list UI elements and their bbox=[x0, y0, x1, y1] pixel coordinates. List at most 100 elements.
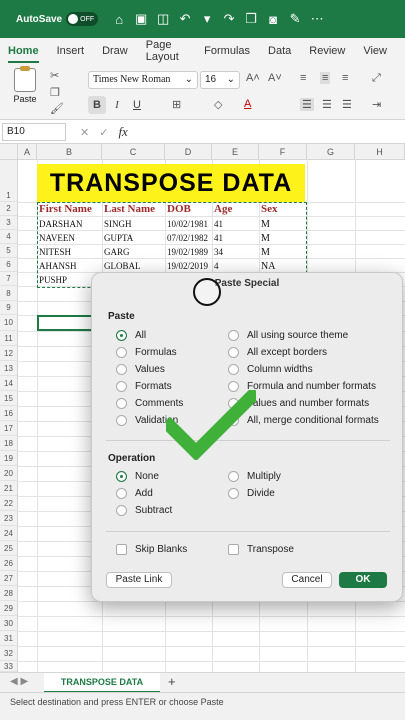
tab-formulas[interactable]: Formulas bbox=[204, 45, 250, 57]
camera-icon[interactable]: ◙ bbox=[262, 12, 284, 27]
row-header-31[interactable]: 31 bbox=[0, 631, 18, 646]
row-header-27[interactable]: 27 bbox=[0, 571, 18, 586]
tab-home[interactable]: Home bbox=[8, 45, 39, 63]
row-header-30[interactable]: 30 bbox=[0, 616, 18, 631]
paste-option-column-widths[interactable]: Column widths bbox=[228, 364, 313, 375]
row-header-12[interactable]: 12 bbox=[0, 346, 18, 361]
indent-icon[interactable]: ⇥ bbox=[372, 98, 381, 111]
row-header-8[interactable]: 8 bbox=[0, 286, 18, 301]
row-header-1[interactable]: 1 bbox=[0, 160, 18, 202]
column-header-h[interactable]: H bbox=[355, 144, 405, 160]
undo-icon[interactable]: ↶ bbox=[174, 11, 196, 27]
operation-option-multiply[interactable]: Multiply bbox=[228, 471, 281, 482]
column-header-g[interactable]: G bbox=[307, 144, 355, 160]
paste-link-button[interactable]: Paste Link bbox=[106, 572, 172, 588]
column-header-f[interactable]: F bbox=[259, 144, 307, 160]
paste-button[interactable]: Paste bbox=[10, 66, 40, 104]
align-middle-icon[interactable]: ≡ bbox=[320, 72, 331, 84]
align-top-icon[interactable]: ≡ bbox=[300, 72, 306, 84]
row-header-22[interactable]: 22 bbox=[0, 496, 18, 511]
autosave-toggle[interactable]: OFF bbox=[66, 12, 99, 26]
tab-data[interactable]: Data bbox=[268, 45, 291, 57]
transpose-checkbox[interactable]: Transpose bbox=[228, 544, 294, 555]
column-header-e[interactable]: E bbox=[212, 144, 259, 160]
column-header-a[interactable]: A bbox=[18, 144, 37, 160]
sheet-nav-arrows[interactable]: ◀ ▶ bbox=[10, 676, 28, 687]
font-size-select[interactable]: 16 ⌄ bbox=[200, 71, 240, 89]
row-header-2[interactable]: 2 bbox=[0, 202, 18, 216]
row-header-24[interactable]: 24 bbox=[0, 526, 18, 541]
row-header-23[interactable]: 23 bbox=[0, 511, 18, 526]
row-header-29[interactable]: 29 bbox=[0, 601, 18, 616]
bold-button[interactable]: B bbox=[88, 96, 106, 114]
paste-option-formulas[interactable]: Formulas bbox=[116, 347, 177, 358]
paste-option-all-using-source-theme[interactable]: All using source theme bbox=[228, 330, 348, 341]
row-header-19[interactable]: 19 bbox=[0, 451, 18, 466]
column-header-b[interactable]: B bbox=[37, 144, 102, 160]
row-header-3[interactable]: 3 bbox=[0, 216, 18, 230]
italic-button[interactable]: I bbox=[108, 96, 126, 114]
skip-blanks-checkbox[interactable]: Skip Blanks bbox=[116, 544, 187, 555]
row-header-10[interactable]: 10 bbox=[0, 315, 18, 331]
align-bottom-icon[interactable]: ≡ bbox=[342, 72, 348, 84]
font-color-icon[interactable]: A bbox=[244, 98, 251, 110]
dropdown-icon[interactable]: ▾ bbox=[196, 11, 218, 27]
tab-draw[interactable]: Draw bbox=[102, 45, 128, 57]
row-header-28[interactable]: 28 bbox=[0, 586, 18, 601]
paste-option-all[interactable]: All bbox=[116, 330, 146, 341]
more-icon[interactable]: ⋯ bbox=[306, 11, 328, 27]
cancel-button[interactable]: Cancel bbox=[282, 572, 332, 588]
row-header-14[interactable]: 14 bbox=[0, 376, 18, 391]
decrease-font-icon[interactable]: A˅ bbox=[268, 72, 282, 84]
paste-option-all-except-borders[interactable]: All except borders bbox=[228, 347, 327, 358]
row-header-9[interactable]: 9 bbox=[0, 301, 18, 315]
copy-icon[interactable]: ❐ bbox=[240, 11, 262, 27]
borders-icon[interactable]: ⊞ bbox=[172, 98, 181, 111]
increase-font-icon[interactable]: A˄ bbox=[246, 72, 260, 84]
row-header-13[interactable]: 13 bbox=[0, 361, 18, 376]
align-left-icon[interactable]: ☰ bbox=[300, 98, 314, 111]
cut-icon[interactable]: ✂ bbox=[50, 69, 59, 82]
row-header-20[interactable]: 20 bbox=[0, 466, 18, 481]
row-header-7[interactable]: 7 bbox=[0, 272, 18, 286]
operation-option-subtract[interactable]: Subtract bbox=[116, 505, 172, 516]
save-icon[interactable]: ▣ bbox=[130, 11, 152, 27]
tab-insert[interactable]: Insert bbox=[57, 45, 85, 57]
redo-icon[interactable]: ↷ bbox=[218, 11, 240, 27]
add-sheet-icon[interactable]: + bbox=[168, 674, 176, 689]
row-header-18[interactable]: 18 bbox=[0, 436, 18, 451]
row-header-17[interactable]: 17 bbox=[0, 421, 18, 436]
font-name-select[interactable]: Times New Roman ⌄ bbox=[88, 71, 198, 89]
tab-view[interactable]: View bbox=[363, 45, 387, 57]
operation-option-divide[interactable]: Divide bbox=[228, 488, 275, 499]
format-painter-icon[interactable]: ✎ bbox=[284, 11, 306, 27]
align-center-icon[interactable]: ☰ bbox=[322, 98, 332, 111]
fill-color-icon[interactable]: ◇ bbox=[214, 98, 222, 111]
column-header-c[interactable]: C bbox=[102, 144, 165, 160]
sheet-tab-transpose-data[interactable]: TRANSPOSE DATA bbox=[44, 673, 160, 693]
orientation-icon[interactable]: ⤢ bbox=[372, 72, 381, 85]
row-header-26[interactable]: 26 bbox=[0, 556, 18, 571]
row-header-21[interactable]: 21 bbox=[0, 481, 18, 496]
row-header-25[interactable]: 25 bbox=[0, 541, 18, 556]
home-icon[interactable]: ⌂ bbox=[108, 12, 130, 27]
function-icon[interactable]: fx bbox=[118, 124, 127, 139]
row-header-15[interactable]: 15 bbox=[0, 391, 18, 406]
row-header-6[interactable]: 6 bbox=[0, 258, 18, 272]
align-right-icon[interactable]: ☰ bbox=[342, 98, 352, 111]
operation-option-add[interactable]: Add bbox=[116, 488, 153, 499]
row-header-16[interactable]: 16 bbox=[0, 406, 18, 421]
row-header-32[interactable]: 32 bbox=[0, 646, 18, 661]
paste-option-formats[interactable]: Formats bbox=[116, 381, 172, 392]
name-box[interactable]: B10 bbox=[2, 122, 66, 141]
row-header-5[interactable]: 5 bbox=[0, 244, 18, 258]
row-header-11[interactable]: 11 bbox=[0, 331, 18, 346]
row-header-4[interactable]: 4 bbox=[0, 230, 18, 244]
format-painter-icon[interactable]: 🖌 bbox=[50, 102, 64, 115]
save-as-icon[interactable]: ◫ bbox=[152, 11, 174, 27]
tab-page-layout[interactable]: Page Layout bbox=[146, 39, 186, 63]
tab-review[interactable]: Review bbox=[309, 45, 345, 57]
column-header-d[interactable]: D bbox=[165, 144, 212, 160]
select-all-corner[interactable] bbox=[0, 144, 18, 160]
operation-option-none[interactable]: None bbox=[116, 471, 159, 482]
